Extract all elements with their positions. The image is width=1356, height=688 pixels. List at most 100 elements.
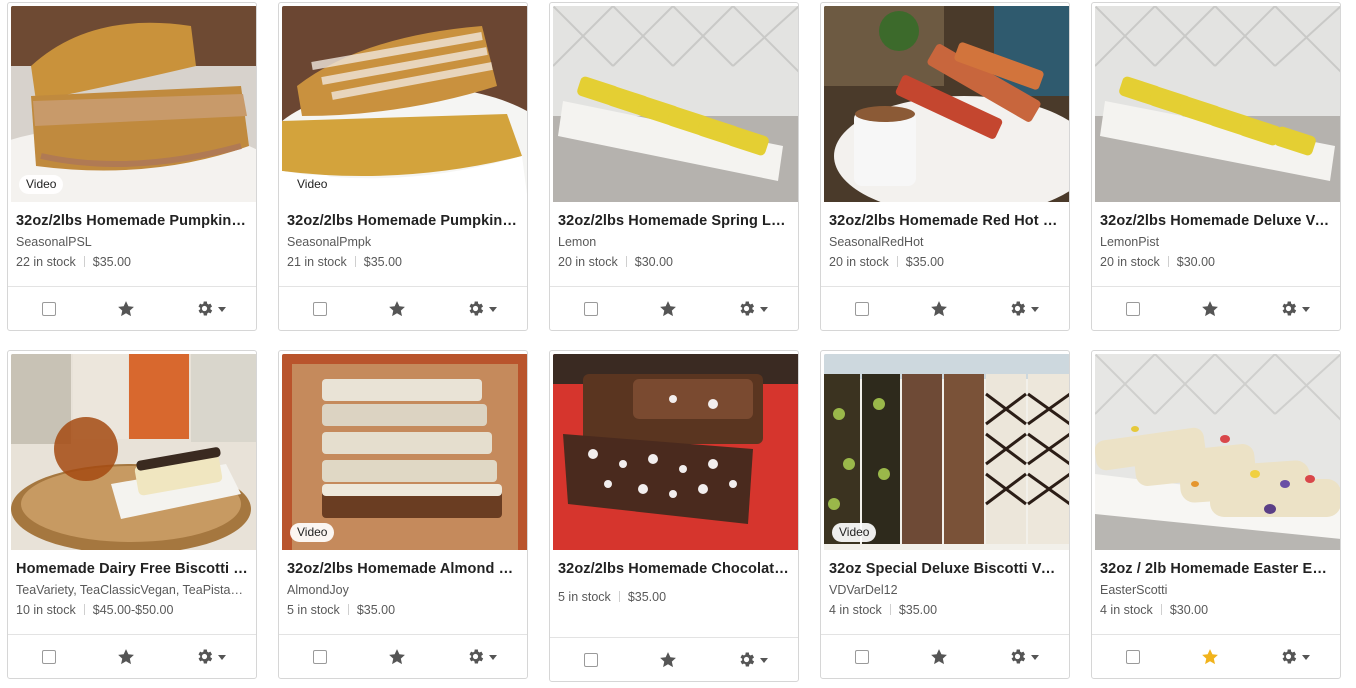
listing-sku: SeasonalPSL (16, 235, 92, 249)
lemon-biscotti-image (553, 6, 798, 202)
listing-options-button[interactable] (466, 647, 497, 666)
chevron-down-icon (760, 307, 768, 312)
chevron-down-icon (218, 307, 226, 312)
listing-title[interactable]: 32oz Special Deluxe Biscotti Variety (829, 560, 1061, 578)
listing-card[interactable]: 32oz/2lbs Homemade Red Hot Spice Biscott… (820, 2, 1070, 331)
select-checkbox[interactable] (584, 652, 598, 667)
listing-sku: SeasonalRedHot (829, 235, 924, 249)
listing-options-button[interactable] (737, 299, 768, 318)
video-badge: Video (19, 175, 64, 194)
listing-title[interactable]: 32oz / 2lb Homemade Easter Egg Biscotti (1100, 560, 1332, 578)
price: $35.00 (92, 255, 131, 269)
stock-count: 20 in stock (1100, 255, 1160, 269)
star-icon[interactable] (116, 647, 136, 667)
listing-image[interactable]: Video (824, 354, 1069, 550)
price: $30.00 (1176, 255, 1215, 269)
listing-options-button[interactable] (1008, 647, 1039, 666)
gear-icon (740, 301, 755, 316)
gear-icon (1011, 649, 1026, 664)
gear-icon (198, 649, 213, 664)
listing-title[interactable]: 32oz/2lbs Homemade Red Hot Spice Biscott… (829, 212, 1061, 230)
star-icon[interactable] (387, 299, 407, 319)
select-checkbox[interactable] (42, 649, 56, 664)
listing-card[interactable]: Video 32oz/2lbs Homemade Almond Joy Bisc… (278, 350, 528, 679)
listing-options-button[interactable] (1279, 647, 1310, 666)
select-checkbox[interactable] (313, 649, 327, 664)
listing-card[interactable]: 32oz/2lbs Homemade Chocolate Peppermint … (549, 350, 799, 682)
listing-card[interactable]: 32oz/2lbs Homemade Spring Lemon Biscotti… (549, 2, 799, 331)
star-icon[interactable] (1200, 299, 1220, 319)
price: $35.00 (363, 255, 402, 269)
listing-options-button[interactable] (737, 650, 768, 669)
listing-sku: LemonPist (1100, 235, 1160, 249)
listing-title[interactable]: 32oz/2lbs Homemade Pumpkin Biscotti (287, 212, 519, 230)
star-icon[interactable] (1200, 647, 1220, 667)
listing-sku: VDVarDel12 (829, 583, 898, 597)
chevron-down-icon (489, 307, 497, 312)
listing-card[interactable]: Video 32oz/2lbs Homemade Pumpkin Spice L… (7, 2, 257, 331)
biscotti-with-tea-image (11, 354, 256, 550)
listing-title[interactable]: 32oz/2lbs Homemade Deluxe Variety Biscot… (1100, 212, 1332, 230)
price: $35.00 (898, 603, 938, 617)
listing-sku: TeaVariety, TeaClassicVegan, TeaPistachi… (16, 583, 248, 597)
gear-icon (469, 649, 484, 664)
chevron-down-icon (1031, 655, 1039, 660)
select-checkbox[interactable] (584, 301, 598, 316)
star-icon[interactable] (929, 299, 949, 319)
listing-title[interactable]: 32oz/2lbs Homemade Almond Joy Biscotti (287, 560, 519, 578)
select-checkbox[interactable] (42, 301, 56, 316)
listing-image[interactable]: Video (11, 6, 256, 202)
listing-image[interactable] (824, 6, 1069, 202)
star-icon[interactable] (658, 299, 678, 319)
select-checkbox[interactable] (313, 301, 327, 316)
listing-title[interactable]: 32oz/2lbs Homemade Spring Lemon Biscotti (558, 212, 790, 230)
stock-count: 4 in stock (829, 603, 882, 617)
listing-image[interactable] (1095, 354, 1340, 550)
listing-title[interactable]: Homemade Dairy Free Biscotti (32oz) (16, 560, 248, 578)
select-checkbox[interactable] (855, 301, 869, 316)
chevron-down-icon (1031, 307, 1039, 312)
listing-title[interactable]: 32oz/2lbs Homemade Chocolate Peppermint … (558, 560, 790, 578)
stock-count: 5 in stock (558, 590, 611, 604)
price: $35.00 (905, 255, 944, 269)
listing-card[interactable]: Homemade Dairy Free Biscotti (32oz) TeaV… (7, 350, 257, 679)
divider (618, 591, 620, 602)
stock-count: 20 in stock (558, 255, 618, 269)
divider (1160, 604, 1162, 615)
price: $35.00 (627, 590, 667, 604)
chevron-down-icon (218, 655, 226, 660)
listing-options-button[interactable] (195, 647, 226, 666)
divider (896, 256, 898, 267)
star-icon[interactable] (658, 650, 678, 670)
listing-options-button[interactable] (1279, 299, 1310, 318)
star-icon[interactable] (116, 299, 136, 319)
listing-card[interactable]: 32oz / 2lb Homemade Easter Egg Biscotti … (1091, 350, 1341, 679)
listing-card[interactable]: Video 32oz/2lbs Homemade Pumpkin Biscott… (278, 2, 528, 331)
listing-image[interactable] (1095, 6, 1340, 202)
star-icon[interactable] (387, 647, 407, 667)
chevron-down-icon (1302, 655, 1310, 660)
price: $30.00 (1169, 603, 1209, 617)
select-checkbox[interactable] (1126, 301, 1140, 316)
listing-card[interactable]: 32oz/2lbs Homemade Deluxe Variety Biscot… (1091, 2, 1341, 331)
listing-card[interactable]: Video 32oz Special Deluxe Biscotti Varie… (820, 350, 1070, 679)
select-checkbox[interactable] (855, 649, 869, 664)
listing-options-button[interactable] (195, 299, 226, 318)
listing-image[interactable] (553, 354, 798, 550)
select-checkbox[interactable] (1126, 649, 1140, 664)
star-icon[interactable] (929, 647, 949, 667)
divider (347, 604, 349, 615)
listing-image[interactable]: Video (282, 354, 527, 550)
gear-icon (469, 301, 484, 316)
listing-image[interactable]: Video (282, 6, 527, 202)
price: $35.00 (356, 603, 396, 617)
listing-image[interactable] (11, 354, 256, 550)
listing-title[interactable]: 32oz/2lbs Homemade Pumpkin Spice Latte B… (16, 212, 248, 230)
price: $45.00-$50.00 (92, 603, 174, 617)
video-badge: Video (290, 523, 335, 542)
chocolate-peppermint-biscotti-image (553, 354, 798, 550)
listing-image[interactable] (553, 6, 798, 202)
listing-options-button[interactable] (466, 299, 497, 318)
listing-options-button[interactable] (1008, 299, 1039, 318)
divider (83, 604, 85, 615)
